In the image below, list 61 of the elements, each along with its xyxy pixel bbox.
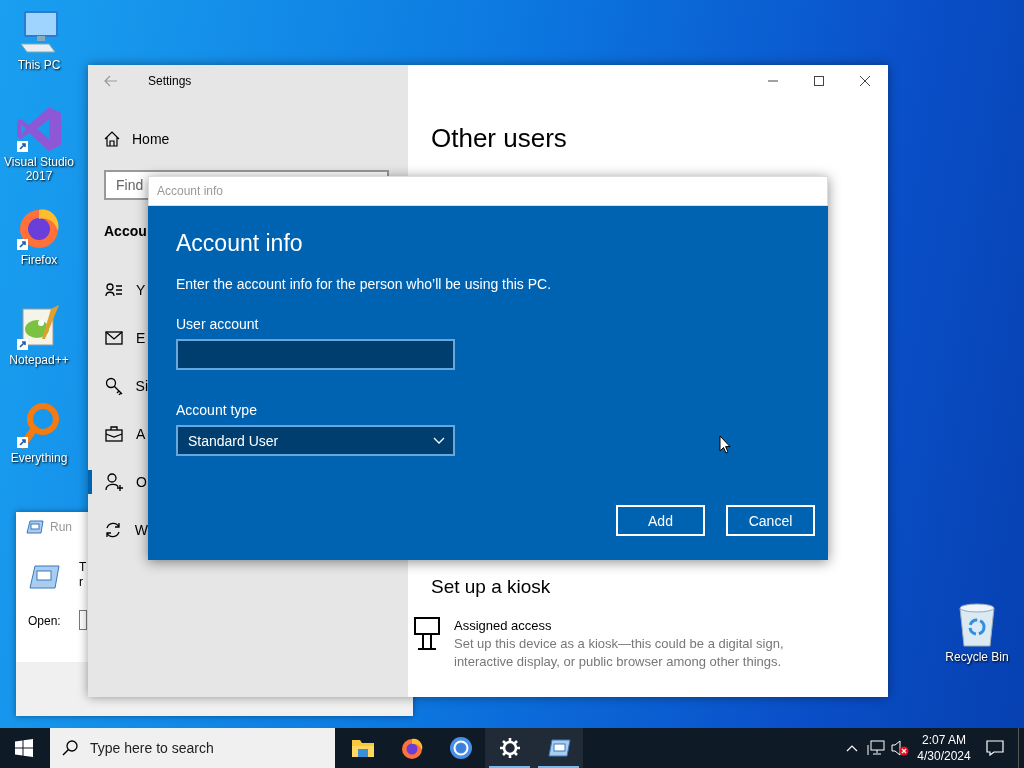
icon-label: Recycle Bin [945, 650, 1009, 664]
envelope-icon [105, 331, 123, 345]
icon-label: Everything [10, 451, 68, 465]
nav-item[interactable]: Si [88, 362, 148, 410]
user-account-field[interactable] [176, 339, 455, 370]
window-title: Settings [148, 74, 192, 88]
dialog-button[interactable]: Cancel [726, 505, 815, 536]
field-label: Account type [176, 401, 257, 420]
setting-description: Set up this device as a kiosk—this could be a digital sign, interactive display, or public browser among other things. [454, 635, 785, 671]
icon-label: Visual Studio 2017 [3, 155, 75, 183]
nav-item[interactable]: Y [88, 266, 148, 314]
field-label: User account [176, 315, 259, 334]
person-list-icon [105, 281, 123, 299]
caret-up-icon[interactable] [846, 744, 858, 752]
dialog-title: Account info [148, 176, 828, 206]
home-link[interactable]: Home [88, 121, 408, 157]
nav-item[interactable]: E [88, 314, 148, 362]
field-label: Open: [28, 614, 61, 628]
section-heading: Set up a kiosk [431, 575, 552, 599]
settings-icon[interactable] [498, 737, 521, 759]
dialog-description: Enter the account info for the person who’ll be using this PC. [176, 275, 553, 294]
run-dialog-icon[interactable] [546, 738, 571, 758]
key-icon [104, 377, 123, 395]
browser-logo-icon[interactable] [399, 736, 424, 760]
speaker-icon[interactable] [891, 740, 909, 756]
instruction-text: T [79, 560, 87, 574]
folder-icon[interactable] [350, 737, 375, 759]
close-icon [860, 76, 870, 86]
nav-item[interactable]: W [88, 506, 148, 554]
maximize-icon [814, 76, 824, 86]
search-icon [62, 740, 78, 756]
dialog-heading: Account info [176, 229, 304, 258]
open-field[interactable] [79, 610, 87, 630]
sync-icon [104, 521, 123, 539]
nav-item[interactable]: O [88, 458, 148, 506]
home-icon [104, 131, 120, 147]
notification-icon[interactable] [986, 740, 1004, 756]
windows-logo-icon [15, 739, 33, 757]
taskbar-search-field[interactable]: Type here to search [50, 728, 335, 768]
account-type-dropdown[interactable]: Standard User [176, 425, 455, 456]
icon-label: Notepad++ [9, 353, 69, 367]
page-title: Other users [431, 122, 568, 154]
setting-title[interactable]: Assigned access [454, 617, 824, 635]
chevron-icon [433, 437, 445, 444]
kiosk-icon [414, 617, 440, 651]
instruction-text: r [79, 575, 83, 589]
dialog-button[interactable]: Add [616, 505, 705, 536]
icon-label: Firefox [20, 253, 58, 267]
icon-label: This PC [17, 58, 61, 72]
window-title: Run [50, 520, 72, 534]
network-icon[interactable] [867, 740, 885, 756]
cursor-icon [719, 435, 731, 454]
person-plus-icon [105, 473, 123, 491]
briefcase-icon [105, 426, 123, 442]
section-heading: Accou [104, 222, 147, 241]
run-dialog-icon [26, 520, 44, 534]
browser-ring-icon[interactable] [448, 736, 473, 760]
run-dialog-icon [28, 564, 60, 590]
recycle-bin-icon [957, 602, 997, 648]
clock[interactable]: 2:07 AM 4/30/2024 [916, 732, 972, 764]
nav-item[interactable]: A [88, 410, 148, 458]
